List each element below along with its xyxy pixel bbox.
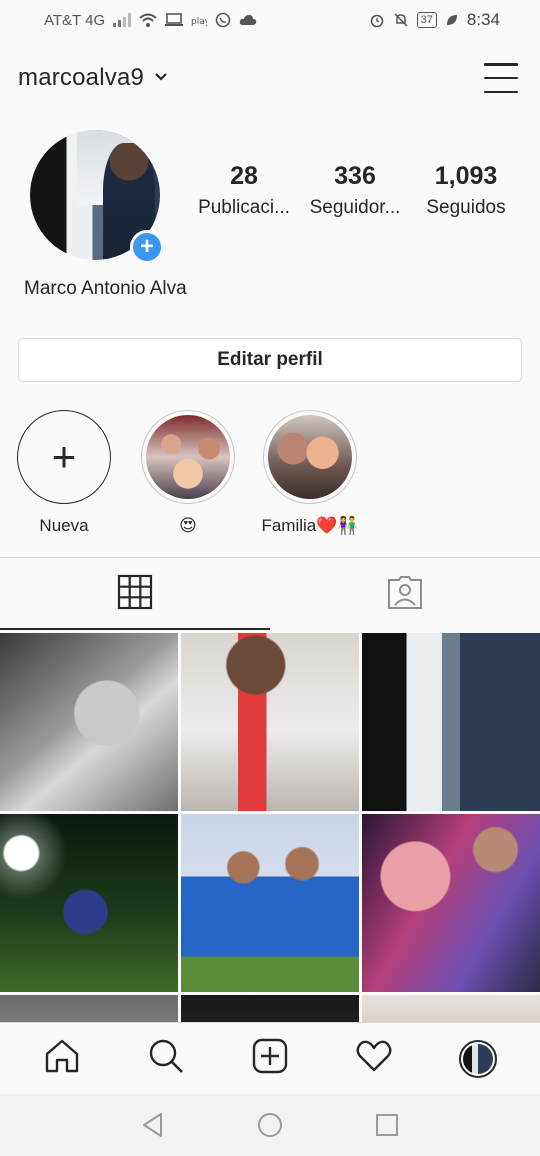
- search-icon: [147, 1037, 185, 1080]
- add-post-icon: [251, 1037, 289, 1080]
- post-thumbnail[interactable]: [0, 995, 178, 1022]
- recents-icon[interactable]: [375, 1113, 399, 1137]
- stat-posts[interactable]: 28 Publicaci...: [190, 162, 298, 219]
- plus-icon: +: [51, 433, 77, 480]
- post-thumbnail[interactable]: [362, 995, 540, 1022]
- home-icon: [43, 1037, 81, 1080]
- back-icon[interactable]: [141, 1112, 165, 1138]
- highlight-item[interactable]: Familia❤️👫: [250, 410, 370, 536]
- status-bar: AT&T 4G play 37 8:34: [0, 0, 540, 40]
- stat-following[interactable]: 1,093 Seguidos: [412, 162, 520, 219]
- android-nav-bar: [0, 1094, 540, 1156]
- leaf-icon: [445, 13, 459, 27]
- highlight-ring: [263, 410, 357, 504]
- bottom-nav: [0, 1022, 540, 1094]
- post-thumbnail[interactable]: [181, 995, 359, 1022]
- chevron-down-icon: [154, 69, 168, 87]
- signal-icon: [113, 13, 132, 27]
- full-name: Marco Antonio Alva: [24, 278, 187, 299]
- photo-grid: [0, 633, 540, 1022]
- status-time: 8:34: [466, 10, 500, 29]
- new-highlight-ring: +: [17, 410, 111, 504]
- story-highlights: + Nueva 😍 Familia❤️👫: [0, 410, 540, 540]
- avatar-image: [463, 1043, 493, 1074]
- profile-tabs: [0, 558, 540, 630]
- svg-text:play: play: [191, 17, 207, 27]
- stat-value: 28: [230, 162, 258, 190]
- wifi-icon: [139, 13, 157, 27]
- menu-line: [484, 63, 518, 66]
- highlight-ring: [141, 410, 235, 504]
- whatsapp-icon: [215, 12, 231, 28]
- username: marcoalva9: [18, 64, 145, 91]
- menu-line: [484, 90, 518, 93]
- stat-followers[interactable]: 336 Seguidor...: [301, 162, 409, 219]
- profile-header: marcoalva9: [0, 40, 540, 116]
- nav-home[interactable]: [32, 1029, 92, 1089]
- highlight-new[interactable]: + Nueva: [4, 410, 124, 536]
- post-thumbnail[interactable]: [362, 814, 540, 992]
- screen-icon: [165, 13, 184, 27]
- nav-profile[interactable]: [448, 1029, 508, 1089]
- battery-indicator: 37: [416, 12, 437, 28]
- post-thumbnail[interactable]: [362, 633, 540, 811]
- menu-icon[interactable]: [484, 63, 518, 93]
- alarm-icon: [369, 12, 385, 28]
- post-thumbnail[interactable]: [181, 814, 359, 992]
- account-switcher[interactable]: marcoalva9: [18, 64, 168, 92]
- highlight-cover: [146, 415, 230, 499]
- nav-add-post[interactable]: [240, 1029, 300, 1089]
- tab-grid[interactable]: [0, 558, 270, 630]
- stat-label: Seguidor...: [309, 197, 401, 218]
- profile-stats: 28 Publicaci... 336 Seguidor... 1,093 Se…: [190, 162, 520, 219]
- post-thumbnail[interactable]: [0, 633, 178, 811]
- nav-activity[interactable]: [344, 1029, 404, 1089]
- profile-avatar-small: [459, 1039, 497, 1078]
- play-icon: play: [191, 13, 207, 27]
- highlight-cover: [268, 415, 352, 499]
- stat-value: 336: [334, 162, 376, 190]
- heart-icon: [355, 1037, 393, 1080]
- carrier-label: AT&T 4G: [44, 11, 106, 29]
- edit-profile-button[interactable]: Editar perfil: [18, 338, 522, 382]
- home-circle-icon[interactable]: [257, 1112, 283, 1138]
- cloud-icon: [239, 14, 257, 26]
- grid-icon: [117, 574, 153, 615]
- tagged-icon: [387, 574, 423, 615]
- highlight-label: 😍: [179, 516, 197, 535]
- status-right: 37 8:34: [369, 10, 500, 30]
- highlight-item[interactable]: 😍: [128, 410, 248, 536]
- highlight-label: Nueva: [39, 516, 89, 535]
- stat-value: 1,093: [434, 162, 498, 190]
- mute-icon: [393, 12, 409, 28]
- stat-label: Seguidos: [426, 197, 506, 218]
- nav-search[interactable]: [136, 1029, 196, 1089]
- highlight-label: Familia❤️👫: [261, 516, 359, 535]
- status-left: AT&T 4G play: [44, 12, 257, 29]
- post-thumbnail[interactable]: [181, 633, 359, 811]
- tab-tagged[interactable]: [270, 558, 540, 630]
- post-thumbnail[interactable]: [0, 814, 178, 992]
- menu-line: [484, 76, 518, 80]
- stat-label: Publicaci...: [198, 197, 290, 218]
- add-story-icon[interactable]: +: [130, 230, 164, 264]
